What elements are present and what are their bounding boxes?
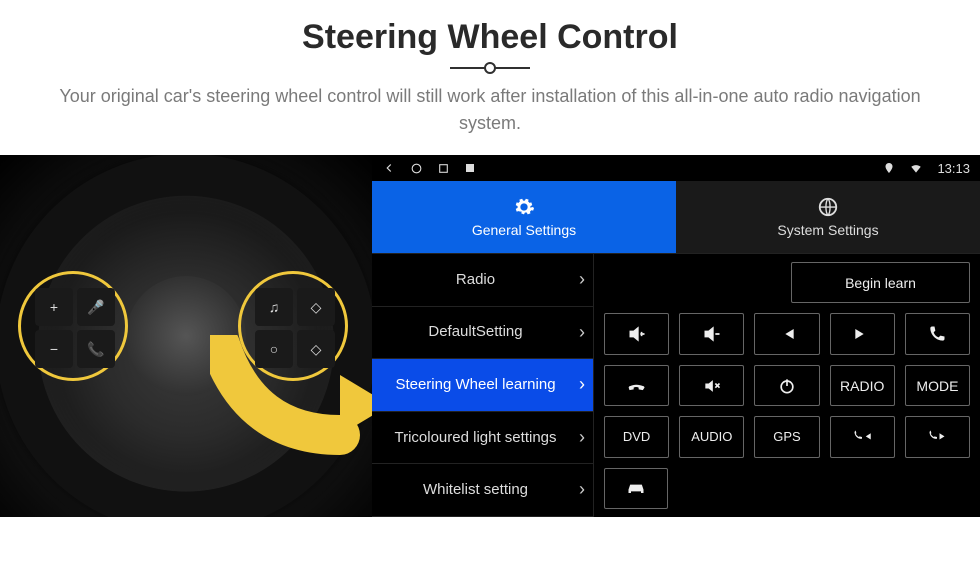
tab-system-label: System Settings bbox=[777, 222, 878, 238]
grid-row-3: RADIO MODE bbox=[604, 365, 970, 406]
wheel-highlight-right: ♫ ◇ ○ ◇ bbox=[238, 271, 348, 381]
gps-icon bbox=[883, 162, 895, 174]
prev-track-icon bbox=[777, 324, 797, 344]
phone-prev-icon bbox=[852, 427, 872, 447]
phone-next-icon bbox=[927, 427, 947, 447]
volume-up-icon bbox=[627, 324, 647, 344]
power-icon bbox=[777, 376, 797, 396]
wheel-btn-minus: − bbox=[35, 330, 73, 368]
page-title: Steering Wheel Control bbox=[0, 18, 980, 57]
app-icon bbox=[464, 162, 476, 174]
mute-icon bbox=[702, 376, 722, 396]
grid-spacer bbox=[678, 468, 970, 509]
status-time: 13:13 bbox=[937, 161, 970, 176]
wheel-btn-voice: 🎤 bbox=[77, 288, 115, 326]
grid-spacer bbox=[604, 262, 781, 303]
device-screen: 13:13 General Settings System Settings R… bbox=[372, 155, 980, 517]
hangup-icon bbox=[627, 376, 647, 396]
phone-icon bbox=[927, 324, 947, 344]
side-item-label: Tricoloured light settings bbox=[394, 429, 556, 447]
grid-row-5 bbox=[604, 468, 970, 509]
audio-button[interactable]: AUDIO bbox=[679, 416, 744, 457]
mute-button[interactable] bbox=[679, 365, 744, 406]
wheel-buttons-right: ♫ ◇ ○ ◇ bbox=[255, 288, 335, 368]
side-list: Radio › DefaultSetting › Steering Wheel … bbox=[372, 254, 594, 517]
stage: + 🎤 − 📞 ♫ ◇ ○ ◇ bbox=[0, 155, 980, 517]
recents-icon[interactable] bbox=[437, 162, 450, 175]
vol-down-button[interactable] bbox=[679, 313, 744, 354]
vol-up-button[interactable] bbox=[604, 313, 669, 354]
page-subtitle: Your original car's steering wheel contr… bbox=[40, 83, 940, 137]
side-item-label: Radio bbox=[456, 271, 495, 289]
chevron-right-icon: › bbox=[579, 322, 585, 344]
grid-row-4: DVD AUDIO GPS bbox=[604, 416, 970, 457]
wheel-highlight-left: + 🎤 − 📞 bbox=[18, 271, 128, 381]
side-item-whitelist[interactable]: Whitelist setting › bbox=[372, 464, 594, 517]
dvd-button[interactable]: DVD bbox=[604, 416, 669, 457]
home-icon[interactable] bbox=[410, 162, 423, 175]
gear-icon bbox=[513, 196, 535, 218]
next-track-button[interactable] bbox=[830, 313, 895, 354]
chevron-right-icon: › bbox=[579, 479, 585, 501]
wheel-buttons-left: + 🎤 − 📞 bbox=[35, 288, 115, 368]
side-item-radio[interactable]: Radio › bbox=[372, 254, 594, 307]
wheel-btn-b: ◇ bbox=[297, 288, 335, 326]
globe-icon bbox=[817, 196, 839, 218]
wheel-btn-plus: + bbox=[35, 288, 73, 326]
wheel-hub bbox=[126, 276, 246, 396]
radio-button[interactable]: RADIO bbox=[830, 365, 895, 406]
power-button[interactable] bbox=[754, 365, 819, 406]
side-item-tricoloured-light[interactable]: Tricoloured light settings › bbox=[372, 412, 594, 465]
wheel-btn-c: ○ bbox=[255, 330, 293, 368]
steering-wheel-photo: + 🎤 − 📞 ♫ ◇ ○ ◇ bbox=[0, 155, 372, 517]
hangup-button[interactable] bbox=[604, 365, 669, 406]
side-item-label: Whitelist setting bbox=[423, 481, 528, 499]
car-button[interactable] bbox=[604, 468, 668, 509]
button-grid: Begin learn RADIO MODE DVD bbox=[594, 254, 980, 517]
begin-learn-button[interactable]: Begin learn bbox=[791, 262, 970, 303]
status-bar: 13:13 bbox=[372, 155, 980, 181]
tab-general-label: General Settings bbox=[472, 222, 576, 238]
side-item-label: DefaultSetting bbox=[428, 323, 522, 341]
side-item-default-setting[interactable]: DefaultSetting › bbox=[372, 307, 594, 360]
back-icon[interactable] bbox=[382, 161, 396, 175]
gps-button[interactable]: GPS bbox=[754, 416, 819, 457]
wheel-btn-a: ♫ bbox=[255, 288, 293, 326]
prev-track-button[interactable] bbox=[754, 313, 819, 354]
side-item-steering-wheel-learning[interactable]: Steering Wheel learning › bbox=[372, 359, 594, 412]
content-area: Radio › DefaultSetting › Steering Wheel … bbox=[372, 253, 980, 517]
call-prev-button[interactable] bbox=[830, 416, 895, 457]
grid-row-2 bbox=[604, 313, 970, 354]
next-track-icon bbox=[852, 324, 872, 344]
chevron-right-icon: › bbox=[579, 374, 585, 396]
wheel-btn-d: ◇ bbox=[297, 330, 335, 368]
tab-system-settings[interactable]: System Settings bbox=[676, 181, 980, 253]
volume-down-icon bbox=[702, 324, 722, 344]
car-icon bbox=[626, 478, 646, 498]
wifi-icon bbox=[909, 161, 923, 175]
side-item-label: Steering Wheel learning bbox=[395, 376, 555, 394]
tab-general-settings[interactable]: General Settings bbox=[372, 181, 676, 253]
tabs: General Settings System Settings bbox=[372, 181, 980, 253]
mode-button[interactable]: MODE bbox=[905, 365, 970, 406]
call-next-button[interactable] bbox=[905, 416, 970, 457]
wheel-btn-phone: 📞 bbox=[77, 330, 115, 368]
title-underline bbox=[450, 67, 530, 69]
chevron-right-icon: › bbox=[579, 427, 585, 449]
chevron-right-icon: › bbox=[579, 269, 585, 291]
grid-row-1: Begin learn bbox=[604, 262, 970, 303]
call-button[interactable] bbox=[905, 313, 970, 354]
